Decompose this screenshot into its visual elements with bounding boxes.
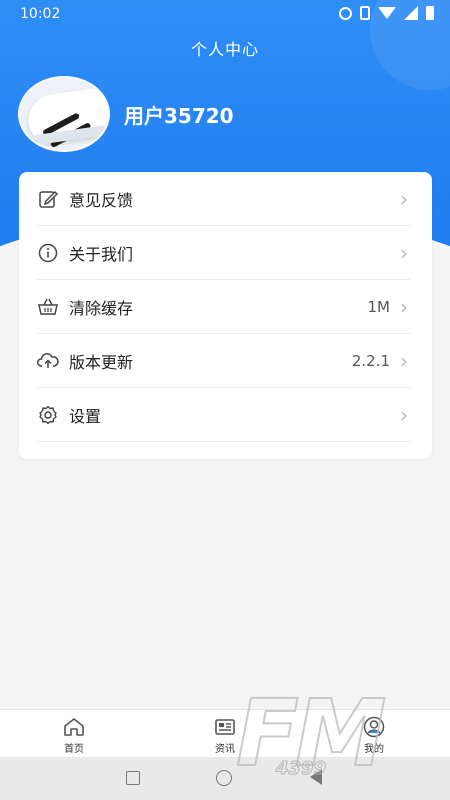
menu-item-clear-cache[interactable]: 清除缓存 1M › [37,280,410,334]
chevron-right-icon: › [400,402,408,427]
battery-icon [426,6,434,20]
menu-item-label: 关于我们 [69,244,134,264]
basket-icon [37,296,59,318]
cache-size-value: 1M [367,297,391,316]
recent-apps-icon[interactable] [126,771,140,785]
nav-item-home[interactable]: 首页 [44,716,104,755]
version-value: 2.2.1 [351,351,390,370]
menu-item-settings[interactable]: 设置 › [37,388,410,442]
menu-item-label: 意见反馈 [69,190,134,210]
chevron-right-icon: › [400,348,408,373]
home-circle-icon[interactable] [216,770,232,786]
shoe-image [25,86,108,149]
bottom-nav: 首页 资讯 我的 [0,709,450,757]
menu-item-label: 设置 [69,406,102,426]
back-icon[interactable] [310,769,322,785]
avatar[interactable] [18,76,110,152]
gear-icon [37,404,59,426]
menu-item-version-update[interactable]: 版本更新 2.2.1 › [37,334,410,388]
edit-icon [37,188,59,210]
home-icon [44,716,104,738]
status-icons [339,6,434,20]
system-nav-bar [0,757,450,800]
menu-item-feedback[interactable]: 意见反馈 › [37,172,410,226]
status-bar: 10:02 [0,0,450,28]
nav-item-news[interactable]: 资讯 [195,716,255,755]
nav-label: 首页 [64,744,84,755]
nav-label: 资讯 [215,744,235,755]
menu-item-label: 清除缓存 [69,298,134,318]
chevron-right-icon: › [400,240,408,265]
cloud-upload-icon [37,350,59,372]
wifi-icon [378,7,396,19]
menu-item-label: 版本更新 [69,352,134,372]
nav-label: 我的 [364,744,384,755]
nav-item-profile[interactable]: 我的 [344,716,404,755]
vibrate-icon [360,6,370,20]
chevron-right-icon: › [400,186,408,211]
signal-icon [404,6,418,20]
menu-item-about[interactable]: 关于我们 › [37,226,410,280]
profile-icon [344,716,404,738]
chevron-right-icon: › [400,294,408,319]
menu-card: 意见反馈 › 关于我们 › 清除缓存 1M › 版本更新 2.2.1 › 设置 … [19,172,432,459]
username: 用户35720 [124,104,234,128]
status-time: 10:02 [20,6,61,22]
info-icon [37,242,59,264]
alarm-icon [339,6,352,20]
news-icon [195,716,255,738]
page-title: 个人中心 [190,40,259,59]
